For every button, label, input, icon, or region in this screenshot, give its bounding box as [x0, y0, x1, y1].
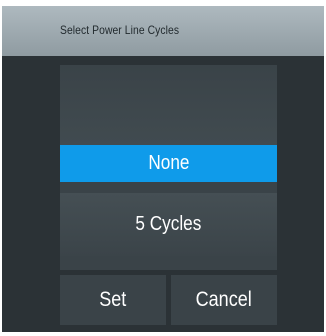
power-line-cycles-dialog: Select Power Line Cycles None 5 Cycles S…	[2, 6, 324, 332]
cycles-picker-list[interactable]: None 5 Cycles	[60, 65, 277, 270]
picker-option-none[interactable]: None	[60, 145, 277, 182]
dialog-title: Select Power Line Cycles	[60, 23, 180, 37]
set-button[interactable]: Set	[60, 275, 166, 325]
picker-option-label: None	[147, 152, 190, 174]
dialog-title-bar: Select Power Line Cycles	[2, 6, 324, 56]
set-button-label: Set	[99, 288, 127, 311]
cancel-button-label: Cancel	[195, 288, 253, 311]
picker-option-label: 5 Cycles	[135, 213, 202, 235]
picker-empty-row[interactable]	[60, 65, 277, 145]
cancel-button[interactable]: Cancel	[171, 275, 277, 325]
picker-option-5-cycles[interactable]: 5 Cycles	[60, 193, 277, 256]
